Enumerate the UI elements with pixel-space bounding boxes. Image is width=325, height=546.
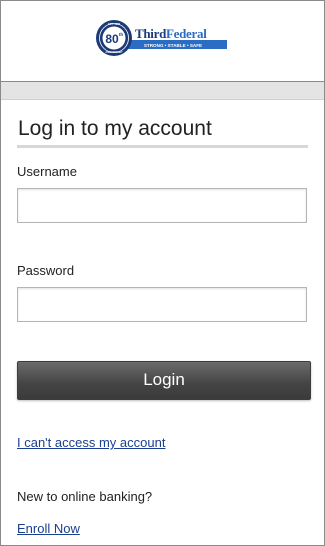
logo-badge-superscript: th xyxy=(119,32,123,37)
logo-tagline: STRONG • STABLE • SAFE xyxy=(144,43,202,48)
password-input[interactable] xyxy=(17,287,307,322)
third-federal-logo: STRONG • STABLE • SAFE 80 th EST. 1938 A… xyxy=(96,20,227,56)
new-to-online-banking-text: New to online banking? xyxy=(17,489,153,504)
enroll-now-link[interactable]: Enroll Now xyxy=(17,521,80,536)
cant-access-account-link[interactable]: I can't access my account xyxy=(17,435,165,450)
page-title: Log in to my account xyxy=(17,117,308,148)
logo-badge-number: 80 xyxy=(105,32,119,46)
username-label: Username xyxy=(17,164,77,179)
svg-text:ThirdFederal: ThirdFederal xyxy=(135,26,207,41)
login-page: STRONG • STABLE • SAFE 80 th EST. 1938 A… xyxy=(0,0,325,546)
logo-badge-bottom: ANNIVERSARY xyxy=(105,51,123,54)
logo-name-part1: Third xyxy=(135,26,167,41)
header: STRONG • STABLE • SAFE 80 th EST. 1938 A… xyxy=(1,1,324,82)
logo-name-part2: Federal xyxy=(166,26,207,41)
login-button[interactable]: Login xyxy=(17,361,311,400)
password-label: Password xyxy=(17,263,75,278)
login-form: Log in to my account Username Password L… xyxy=(17,117,311,536)
divider-bar xyxy=(1,82,324,100)
username-input[interactable] xyxy=(17,188,307,223)
logo-badge-top: EST. 1938 xyxy=(108,22,121,26)
